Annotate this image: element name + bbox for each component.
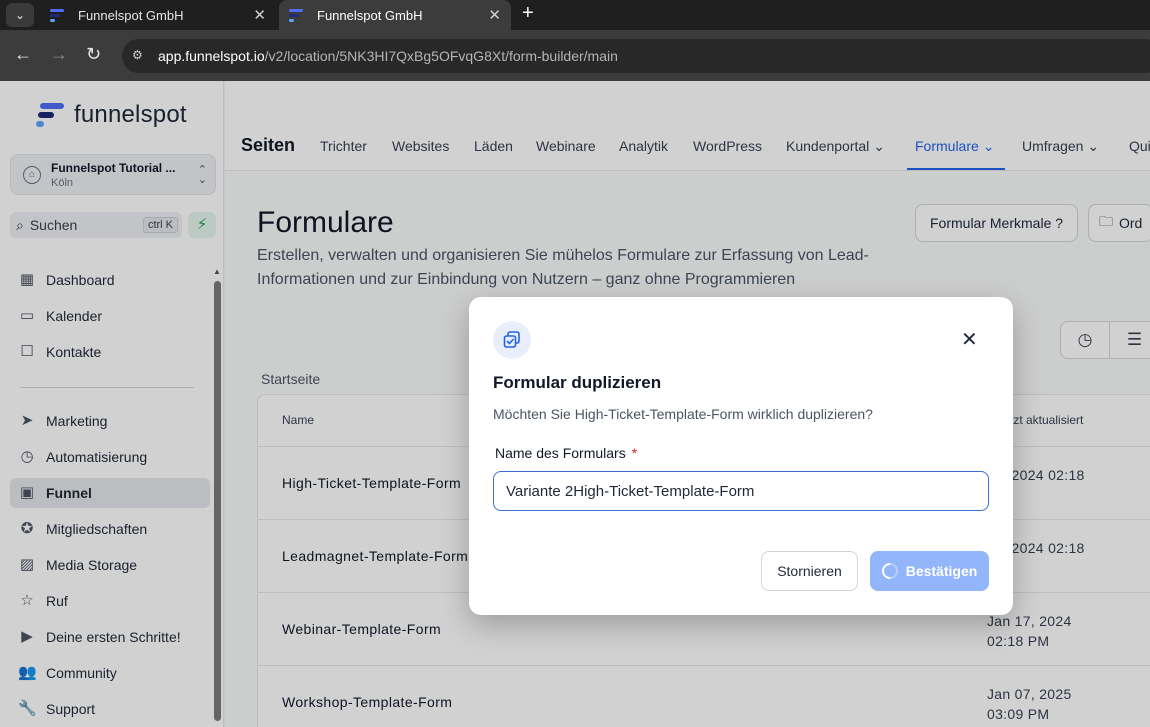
confirm-button[interactable]: Bestätigen <box>870 551 989 591</box>
browser-tab-active[interactable]: Funnelspot GmbH ✕ <box>279 0 511 30</box>
tab-search-icon[interactable]: ⌄ <box>6 3 34 27</box>
tab-title: Funnelspot GmbH <box>317 7 423 23</box>
reload-icon[interactable]: ↻ <box>86 44 101 65</box>
modal-title: Formular duplizieren <box>493 373 662 392</box>
form-name-input[interactable] <box>493 471 989 511</box>
duplicate-icon <box>493 321 531 359</box>
back-icon[interactable]: ← <box>14 44 32 65</box>
browser-toolbar: ← → ↻ ⚙ app.funnelspot.io/v2/location/5N… <box>0 30 1150 81</box>
required-mark: * <box>631 445 638 461</box>
forward-icon[interactable]: → <box>50 44 68 65</box>
browser-tab[interactable]: Funnelspot GmbH ✕ <box>40 0 276 30</box>
form-name-label: Name des Formulars * <box>495 445 638 461</box>
url-path: /v2/location/5NK3HI7QxBg5OFvqG8Xt/form-b… <box>264 48 618 64</box>
duplicate-form-modal: ✕ Formular duplizieren Möchten Sie High-… <box>469 297 1013 615</box>
address-bar[interactable]: ⚙ app.funnelspot.io/v2/location/5NK3HI7Q… <box>122 39 1150 73</box>
favicon-icon <box>289 8 307 22</box>
new-tab-icon[interactable]: + <box>522 2 534 25</box>
close-tab-icon[interactable]: ✕ <box>253 6 266 24</box>
modal-message: Möchten Sie High-Ticket-Template-Form wi… <box>493 406 873 422</box>
url-host: app.funnelspot.io <box>158 48 265 64</box>
close-tab-icon[interactable]: ✕ <box>488 6 501 24</box>
loading-spinner-icon <box>878 559 902 583</box>
browser-tabbar: ⌄ Funnelspot GmbH ✕ Funnelspot GmbH ✕ + <box>0 0 1150 30</box>
site-info-icon[interactable]: ⚙ <box>132 48 148 64</box>
close-icon[interactable]: ✕ <box>961 327 978 352</box>
cancel-button[interactable]: Stornieren <box>761 551 858 591</box>
tab-title: Funnelspot GmbH <box>78 7 184 23</box>
favicon-icon <box>50 8 68 22</box>
